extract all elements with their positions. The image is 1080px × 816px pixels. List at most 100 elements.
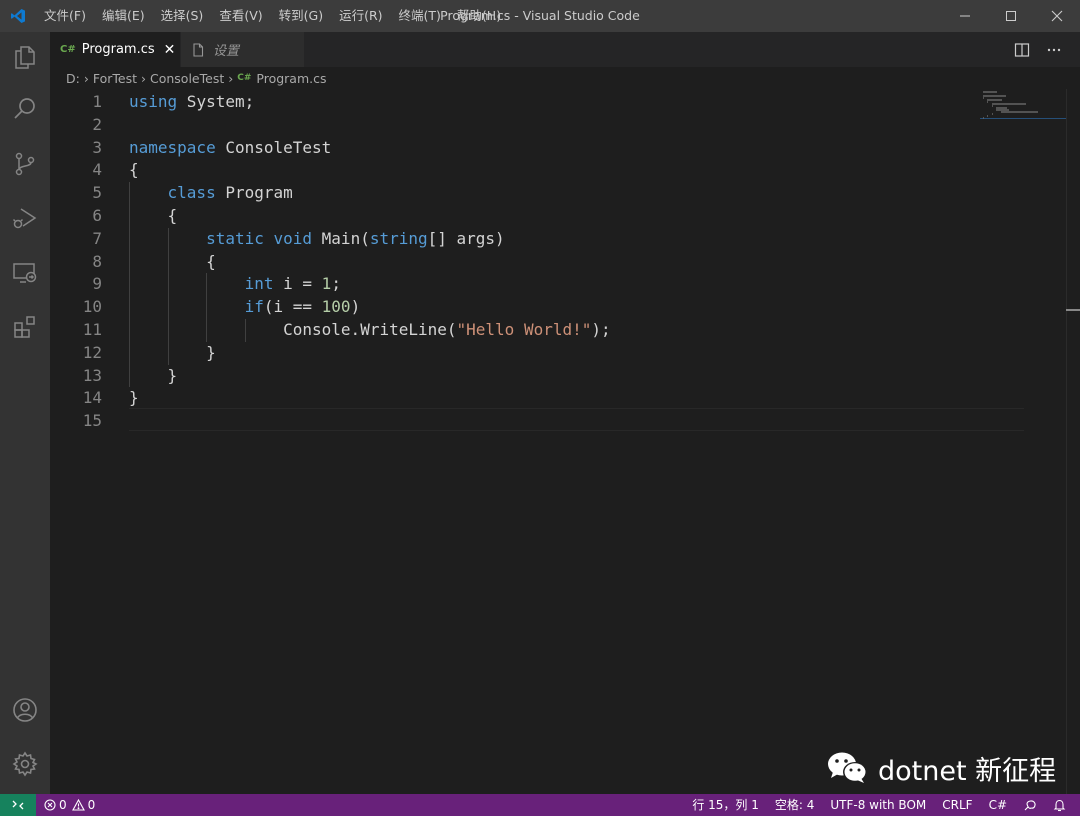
warning-count: 0 xyxy=(87,798,96,812)
code-token: Program xyxy=(215,183,293,203)
code-token: { xyxy=(129,251,216,271)
files-icon xyxy=(15,46,35,69)
line-number: 7 xyxy=(92,228,102,248)
notifications-button[interactable] xyxy=(1045,794,1074,816)
breadcrumb: D: › ForTest › ConsoleTest › C# Program.… xyxy=(50,67,980,89)
code-token: Main( xyxy=(312,228,370,248)
code-line[interactable]: 1 using System; xyxy=(50,91,1025,114)
manage-button[interactable] xyxy=(0,739,50,789)
menu-file[interactable]: 文件(F) xyxy=(36,0,94,32)
code-line[interactable]: 11 Console.WriteLine("Hello World!"); xyxy=(50,319,1025,342)
vertical-scrollbar[interactable] xyxy=(1066,89,1080,794)
menu-go[interactable]: 转到(G) xyxy=(271,0,331,32)
vscode-logo-icon xyxy=(0,0,36,32)
language-mode[interactable]: C# xyxy=(981,794,1015,816)
code-line[interactable]: 12 } xyxy=(50,342,1025,365)
breadcrumb-item[interactable]: ForTest xyxy=(93,71,137,86)
cursor-position-marker xyxy=(1066,309,1080,311)
menu-run[interactable]: 运行(R) xyxy=(331,0,390,32)
code-token: Console.WriteLine( xyxy=(129,320,457,339)
search-button[interactable] xyxy=(0,84,50,134)
line-number: 11 xyxy=(82,320,102,339)
minimap[interactable] xyxy=(980,89,1066,794)
menu-view[interactable]: 查看(V) xyxy=(211,0,270,32)
remote-explorer-button[interactable] xyxy=(0,248,50,298)
source-control-button[interactable] xyxy=(0,139,50,189)
code-token: ; xyxy=(331,274,341,294)
wechat-icon xyxy=(828,752,867,783)
code-line[interactable]: 7 static void Main(string[] args) xyxy=(50,228,1025,251)
cursor-position[interactable]: 行 15，列 1 xyxy=(684,794,767,816)
menu-selection[interactable]: 选择(S) xyxy=(153,0,212,32)
more-actions-button[interactable] xyxy=(1038,32,1070,67)
breadcrumb-item[interactable]: D: xyxy=(66,71,80,86)
problems-indicator[interactable]: 0 0 xyxy=(36,794,103,816)
tab-label: Program.cs xyxy=(81,42,155,57)
code-line[interactable]: 5 class Program xyxy=(50,182,1025,205)
breadcrumb-item[interactable]: Program.cs xyxy=(256,71,326,86)
code-line[interactable]: 10 if(i == 100) xyxy=(50,296,1025,319)
code-token: class xyxy=(167,183,216,203)
csharp-icon: C# xyxy=(60,44,76,55)
line-number: 2 xyxy=(92,114,102,134)
close-window-button[interactable] xyxy=(1034,0,1080,32)
menu-help[interactable]: 帮助(H) xyxy=(449,0,509,32)
line-number: 3 xyxy=(92,137,102,157)
menu-edit[interactable]: 编辑(E) xyxy=(94,0,153,32)
split-editor-button[interactable] xyxy=(1006,32,1038,67)
maximize-button[interactable] xyxy=(988,0,1034,32)
code-text: { xyxy=(129,159,139,182)
line-number: 6 xyxy=(92,206,102,225)
ellipsis-icon xyxy=(1047,48,1061,51)
feedback-button[interactable] xyxy=(1015,794,1045,816)
line-number: 5 xyxy=(92,183,102,203)
activity-bar xyxy=(0,32,50,794)
status-bar-right: 行 15，列 1 空格: 4 UTF-8 with BOM CRLF C# xyxy=(684,794,1074,816)
code-text: } xyxy=(129,387,139,410)
watermark: dotnet 新征程 xyxy=(826,748,1056,788)
chevron-right-icon: › xyxy=(141,70,146,86)
indentation[interactable]: 空格: 4 xyxy=(767,794,823,816)
tab-program-cs[interactable]: C# Program.cs ✕ xyxy=(50,32,180,67)
split-editor-icon xyxy=(1014,42,1030,57)
menu-bar: 文件(F) 编辑(E) 选择(S) 查看(V) 转到(G) 运行(R) 终端(T… xyxy=(36,0,509,32)
minimap-line xyxy=(987,115,989,117)
code-text: } xyxy=(129,365,178,388)
code-line[interactable]: 3 namespace ConsoleTest xyxy=(50,137,1025,160)
line-ending[interactable]: CRLF xyxy=(934,794,980,816)
minimize-icon xyxy=(960,15,970,17)
code-line[interactable]: 4{ xyxy=(50,159,1025,182)
bell-icon xyxy=(1053,799,1066,811)
code-editor[interactable]: 1 using System; 2 3 namespace ConsoleTest 4{5… xyxy=(50,89,1080,794)
code-line[interactable]: 8 { xyxy=(50,251,1025,274)
remote-indicator-button[interactable] xyxy=(0,794,36,816)
code-line[interactable]: 14} xyxy=(50,387,1025,410)
code-text: } xyxy=(129,342,216,365)
watermark-text: dotnet 新征程 xyxy=(878,755,1057,787)
minimize-button[interactable] xyxy=(942,0,988,32)
code-line[interactable]: 2 xyxy=(50,114,1025,137)
menu-terminal[interactable]: 终端(T) xyxy=(391,0,449,32)
code-token: System; xyxy=(177,92,255,111)
encoding[interactable]: UTF-8 with BOM xyxy=(822,794,934,816)
code-line[interactable]: 13 } xyxy=(50,365,1025,388)
run-debug-button[interactable] xyxy=(0,193,50,243)
code-token: ); xyxy=(591,320,611,339)
code-line[interactable]: 6 { xyxy=(50,205,1025,228)
code-line[interactable]: 9 int i = 1; xyxy=(50,273,1025,296)
code-line[interactable]: 15 xyxy=(50,410,1025,433)
chevron-right-icon: › xyxy=(83,70,89,86)
minimap-line xyxy=(983,95,1007,97)
breadcrumb-item[interactable]: ConsoleTest xyxy=(150,71,224,86)
tab-close-button[interactable]: ✕ xyxy=(164,42,176,58)
minimap-line xyxy=(983,91,998,93)
file-icon xyxy=(193,42,204,57)
remote-explorer-icon xyxy=(13,263,37,283)
accounts-button[interactable] xyxy=(0,685,50,735)
tab-bar: C# Program.cs ✕ 设置 xyxy=(50,32,1080,67)
remote-icon xyxy=(12,800,24,810)
extensions-button[interactable] xyxy=(0,302,50,352)
explorer-button[interactable] xyxy=(0,32,50,82)
tab-settings[interactable]: 设置 xyxy=(180,32,304,67)
